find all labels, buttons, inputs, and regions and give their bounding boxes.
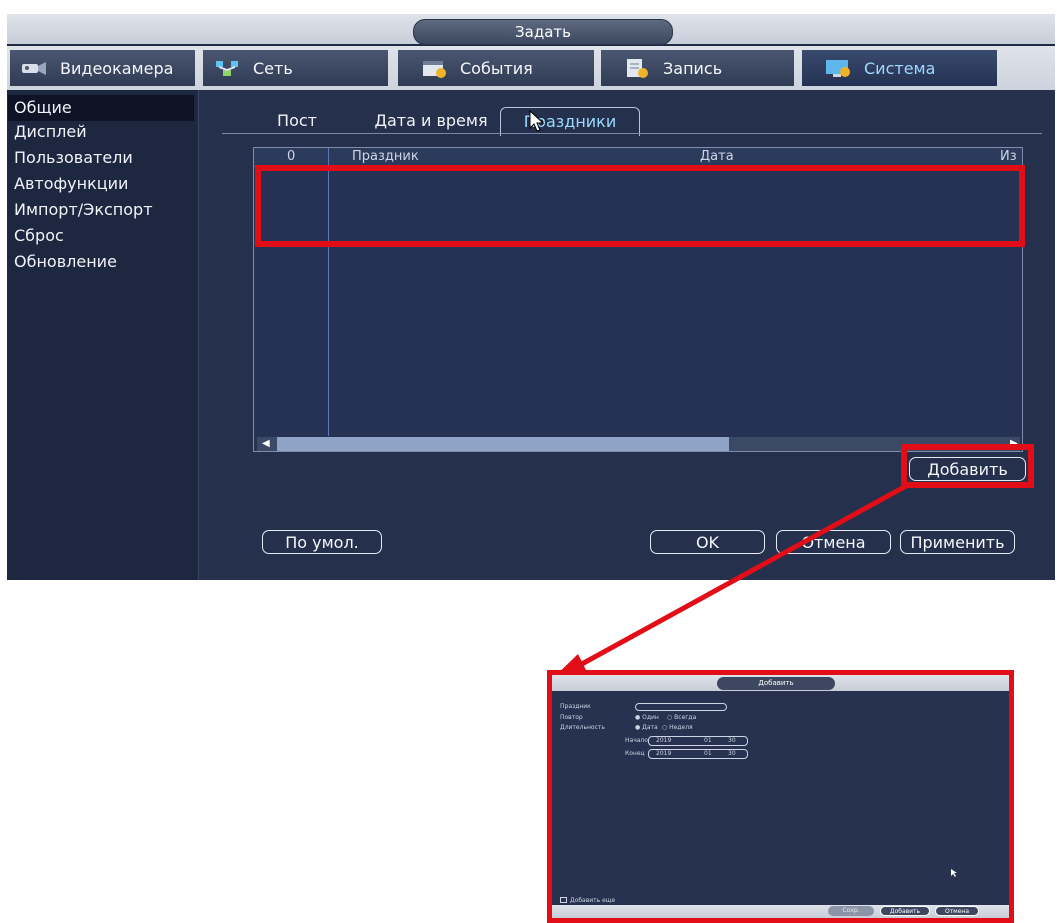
highlight-table-row (255, 165, 1025, 247)
start-day: 30 (728, 737, 736, 744)
end-year: 2019 (656, 750, 672, 757)
sidebar-item-import-export[interactable]: Импорт/Экспорт (8, 197, 194, 223)
end-label: Конец (625, 750, 645, 757)
sidebar-item-autofunctions[interactable]: Автофункции (8, 171, 194, 197)
record-icon (623, 57, 653, 79)
events-icon (420, 57, 450, 79)
sidebar-item-general[interactable]: Общие (8, 95, 194, 121)
tab-post[interactable]: Пост (256, 107, 338, 135)
repeat-label: Повтор (560, 714, 583, 721)
column-header-holiday: Праздник (352, 149, 419, 164)
start-label: Начало (625, 737, 648, 744)
nav-tab-network[interactable]: Сеть (203, 50, 388, 86)
end-month: 01 (704, 750, 712, 757)
sidebar-item-users[interactable]: Пользователи (8, 145, 194, 171)
end-day: 30 (728, 750, 736, 757)
sidebar-item-display[interactable]: Дисплей (8, 119, 194, 145)
add-holiday-dialog (547, 670, 1014, 923)
holiday-name-input[interactable] (635, 703, 727, 711)
tab-date-time[interactable]: Дата и время (364, 107, 498, 135)
tab-holidays[interactable]: Праздники (500, 107, 640, 136)
dialog-save-button[interactable]: Сохр. (828, 906, 874, 916)
duration-date-radio[interactable]: ● Дата (635, 724, 658, 732)
column-header-index: 0 (287, 149, 296, 164)
system-icon (824, 57, 854, 79)
dialog-title: Добавить (717, 677, 835, 690)
nav-tab-record[interactable]: Запись (601, 50, 794, 86)
repeat-once-radio[interactable]: ● Один (635, 714, 659, 722)
dialog-cancel-button[interactable]: Отмена (935, 906, 979, 916)
duration-label: Длительность (560, 724, 605, 731)
sidebar-item-reset[interactable]: Сброс (8, 223, 194, 249)
scroll-left-arrow-icon[interactable]: ◀ (262, 437, 270, 451)
holiday-label: Праздник (560, 703, 591, 710)
default-button[interactable]: По умол. (262, 530, 382, 554)
add-more-label: Добавить еще (570, 897, 616, 904)
nav-tab-system[interactable]: Система (802, 50, 997, 86)
nav-tab-camera[interactable]: Видеокамера (10, 50, 195, 86)
start-year: 2019 (656, 737, 672, 744)
dialog-add-button[interactable]: Добавить (880, 906, 930, 916)
add-more-checkbox[interactable] (560, 897, 567, 903)
repeat-always-radio[interactable]: ○ Всегда (667, 714, 696, 722)
scrollbar-thumb[interactable] (277, 437, 729, 451)
red-arrow-icon (548, 483, 908, 683)
mouse-cursor-icon (529, 110, 545, 132)
start-month: 01 (704, 737, 712, 744)
network-icon (213, 57, 243, 79)
column-header-date: Дата (700, 149, 734, 164)
window-title: Задать (413, 19, 673, 45)
tab-divider (222, 133, 1042, 134)
nav-tab-events[interactable]: События (398, 50, 594, 86)
camera-icon (20, 57, 50, 79)
duration-week-radio[interactable]: ○ Неделя (662, 724, 693, 732)
column-header-from: Из (1000, 149, 1017, 164)
sidebar-item-update[interactable]: Обновление (8, 249, 194, 275)
dialog-cursor-icon (951, 869, 957, 877)
